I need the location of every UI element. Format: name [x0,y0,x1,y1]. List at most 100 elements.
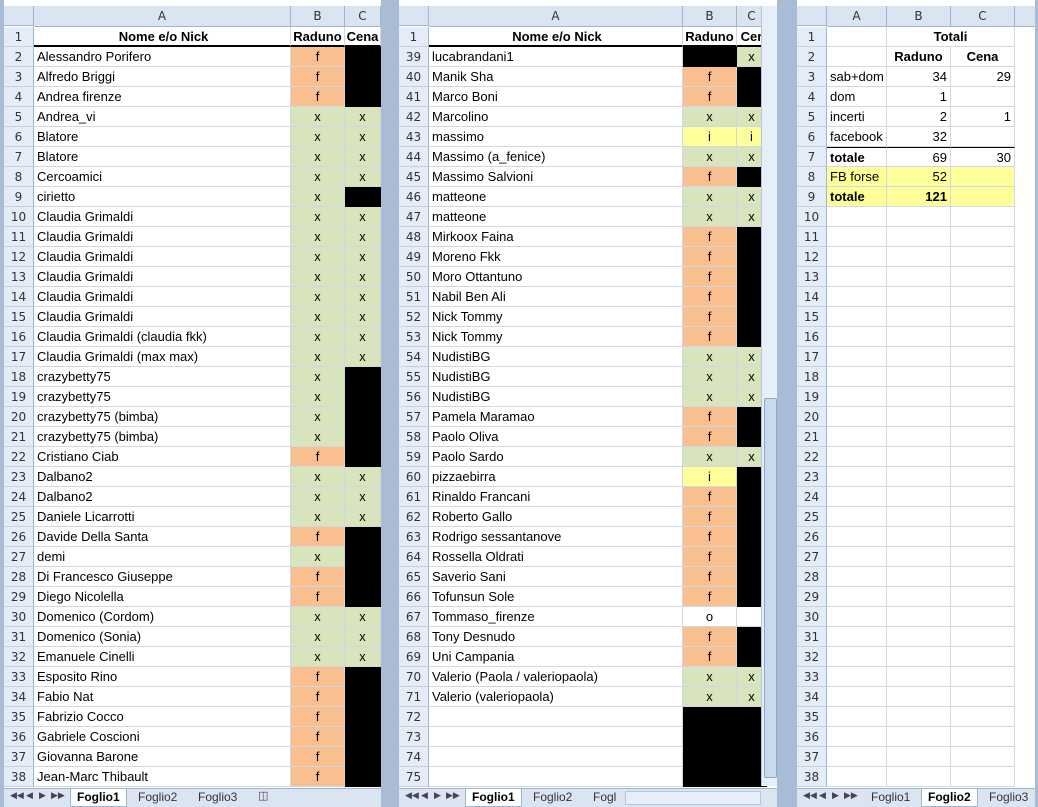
label-cell[interactable]: totale [827,187,887,207]
raduno-cell[interactable]: x [291,187,345,207]
row-header[interactable]: 6 [797,127,827,147]
name-cell[interactable]: Claudia Grimaldi [34,287,291,307]
raduno-total-cell[interactable] [887,227,951,247]
raduno-total-cell[interactable] [887,607,951,627]
name-cell[interactable]: Nick Tommy [429,307,683,327]
name-cell[interactable]: Claudia Grimaldi (claudia fkk) [34,327,291,347]
raduno-cell[interactable] [683,727,737,747]
cena-cell[interactable] [345,587,381,607]
cena-total-cell[interactable] [951,367,1015,387]
name-cell[interactable]: crazybetty75 (bimba) [34,407,291,427]
row-header[interactable]: 2 [797,47,827,67]
row-header[interactable]: 5 [797,107,827,127]
name-cell[interactable]: Saverio Sani [429,567,683,587]
cena-total-cell[interactable]: 1 [951,107,1015,127]
name-cell[interactable]: Rinaldo Francani [429,487,683,507]
select-all-corner[interactable] [797,6,827,26]
row-header[interactable]: 57 [399,407,429,427]
cena-cell[interactable] [345,547,381,567]
row-header[interactable]: 38 [797,767,827,787]
row-header[interactable]: 7 [797,147,827,167]
name-cell[interactable]: Diego Nicolella [34,587,291,607]
raduno-cell[interactable]: f [683,507,737,527]
name-cell[interactable] [429,747,683,767]
raduno-cell[interactable]: x [291,247,345,267]
row-header[interactable]: 2 [4,47,34,67]
horizontal-scrollbar[interactable] [625,791,761,805]
row-header[interactable]: 1 [797,27,827,47]
tab-foglio1[interactable]: Foglio1 [465,789,522,807]
cena-total-cell[interactable] [951,207,1015,227]
label-cell[interactable] [827,567,887,587]
row-header[interactable]: 36 [4,727,34,747]
row-header[interactable]: 56 [399,387,429,407]
raduno-cell[interactable]: f [291,727,345,747]
raduno-cell[interactable]: f [291,87,345,107]
cena-cell[interactable]: x [345,147,381,167]
row-header[interactable]: 65 [399,567,429,587]
label-cell[interactable]: totale [827,147,887,167]
cena-total-cell[interactable] [951,647,1015,667]
name-cell[interactable]: Di Francesco Giuseppe [34,567,291,587]
cena-cell[interactable] [345,387,381,407]
raduno-total-cell[interactable]: 1 [887,87,951,107]
column-header-b[interactable]: B [291,6,345,26]
row-header[interactable]: 21 [4,427,34,447]
raduno-cell[interactable]: f [683,67,737,87]
row-header[interactable]: 15 [797,307,827,327]
cena-total-cell[interactable] [951,427,1015,447]
label-cell[interactable] [827,47,887,67]
row-header[interactable]: 30 [4,607,34,627]
name-cell[interactable]: Giovanna Barone [34,747,291,767]
column-header-c[interactable]: C [951,6,1015,26]
cena-total-cell[interactable] [951,247,1015,267]
cena-cell[interactable]: x [345,307,381,327]
name-cell[interactable]: Rodrigo sessantanove [429,527,683,547]
cena-total-cell[interactable] [951,187,1015,207]
name-cell[interactable]: Tommaso_firenze [429,607,683,627]
name-cell[interactable]: Moreno Fkk [429,247,683,267]
raduno-total-cell[interactable] [887,567,951,587]
row-header[interactable]: 1 [399,27,429,47]
raduno-cell[interactable]: f [683,287,737,307]
raduno-cell[interactable]: f [291,47,345,67]
raduno-cell[interactable]: x [291,167,345,187]
name-cell[interactable] [429,727,683,747]
row-header[interactable]: 69 [399,647,429,667]
row-header[interactable]: 74 [399,747,429,767]
label-cell[interactable] [827,407,887,427]
label-cell[interactable]: dom [827,87,887,107]
name-cell[interactable]: Blatore [34,127,291,147]
row-header[interactable]: 39 [399,47,429,67]
row-header[interactable]: 42 [399,107,429,127]
tab-foglio2[interactable]: Foglio2 [132,789,183,806]
row-header[interactable]: 14 [797,287,827,307]
row-header[interactable]: 8 [797,167,827,187]
cena-cell[interactable] [345,407,381,427]
row-header[interactable]: 35 [4,707,34,727]
name-cell[interactable]: Fabio Nat [34,687,291,707]
row-header[interactable]: 33 [797,667,827,687]
row-header[interactable]: 16 [797,327,827,347]
cena-cell[interactable] [345,187,381,207]
cena-cell[interactable] [345,47,381,67]
header-raduno[interactable]: Raduno [291,27,345,47]
first-sheet-icon[interactable]: ◀◀ [10,791,24,801]
row-header[interactable]: 41 [399,87,429,107]
row-header[interactable]: 50 [399,267,429,287]
name-cell[interactable]: Cercoamici [34,167,291,187]
row-header[interactable]: 11 [797,227,827,247]
raduno-total-cell[interactable] [887,347,951,367]
cena-total-cell[interactable]: Cena [951,47,1015,67]
row-header[interactable]: 44 [399,147,429,167]
row-header[interactable]: 26 [4,527,34,547]
raduno-cell[interactable]: x [683,347,737,367]
raduno-cell[interactable]: f [291,447,345,467]
row-header[interactable]: 49 [399,247,429,267]
raduno-cell[interactable]: x [291,507,345,527]
raduno-cell[interactable]: f [291,527,345,547]
name-cell[interactable]: Roberto Gallo [429,507,683,527]
name-cell[interactable]: NudistiBG [429,347,683,367]
row-header[interactable]: 33 [4,667,34,687]
label-cell[interactable] [827,247,887,267]
